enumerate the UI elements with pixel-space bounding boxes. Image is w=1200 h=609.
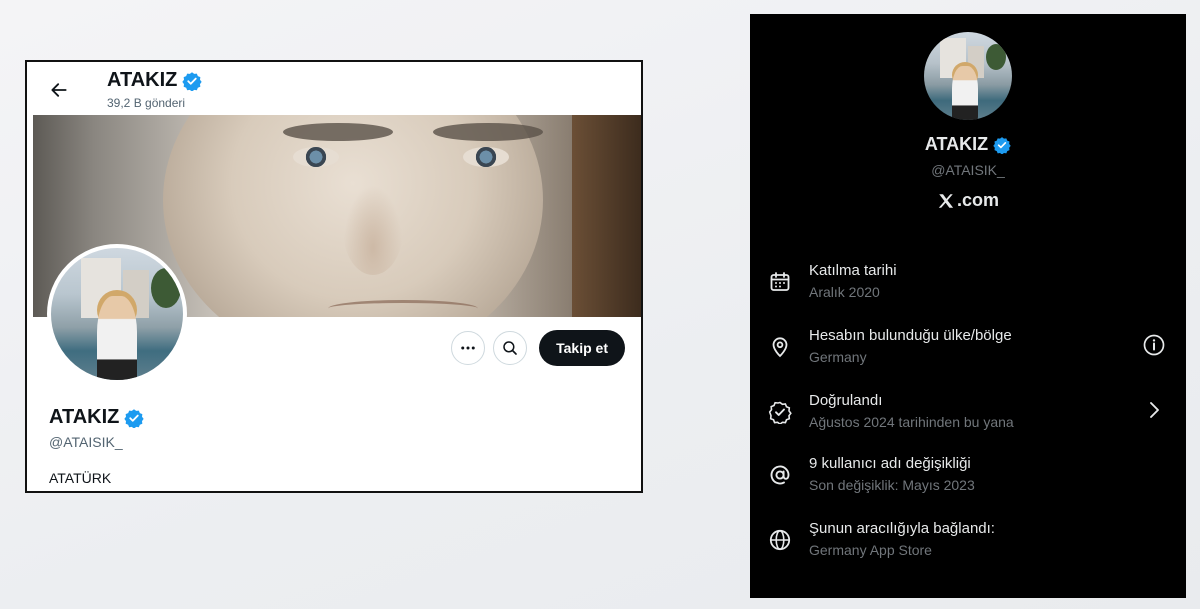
info-row-verified[interactable]: Doğrulandı Ağustos 2024 tarihinden bu ya… — [750, 392, 1186, 444]
follow-button[interactable]: Takip et — [539, 330, 625, 366]
account-name-text: ATAKIZ — [924, 134, 989, 154]
location-pin-icon — [772, 337, 788, 358]
back-button[interactable] — [47, 78, 71, 102]
info-value: Germany — [809, 349, 867, 365]
info-value: Germany App Store — [809, 542, 932, 558]
more-dots-icon — [461, 346, 475, 350]
header-profile-name: ATAKIZ — [107, 69, 203, 92]
verified-badge-icon — [182, 71, 203, 91]
account-avatar[interactable] — [924, 32, 1012, 120]
profile-name-text: ATAKIZ — [49, 406, 120, 428]
calendar-icon — [770, 272, 790, 291]
info-value: Ağustos 2024 tarihinden bu yana — [809, 414, 1014, 430]
info-title: Doğrulandı — [809, 392, 883, 409]
header-name-text: ATAKIZ — [107, 69, 178, 91]
profile-handle: @ATAISIK_ — [49, 434, 123, 450]
account-handle: @ATAISIK_ — [931, 162, 1005, 178]
x-logo-icon — [938, 193, 954, 208]
info-row-connected-via: Şunun aracılığıyla bağlandı: Germany App… — [750, 520, 1186, 572]
more-options-button[interactable] — [451, 331, 486, 365]
globe-icon — [769, 529, 791, 551]
site-text: .com — [956, 190, 999, 210]
profile-bio: ATATÜRK — [49, 470, 112, 486]
back-arrow-icon — [51, 83, 67, 97]
verified-badge-icon — [124, 408, 145, 428]
info-circle-icon[interactable] — [1142, 333, 1166, 357]
info-title: Şunun aracılığıyla bağlandı: — [809, 520, 995, 537]
at-sign-icon — [770, 465, 790, 485]
info-value: Son değişiklik: Mayıs 2023 — [809, 477, 975, 493]
info-value: Aralık 2020 — [809, 284, 880, 300]
profile-name: ATAKIZ — [49, 406, 145, 429]
chevron-right-icon[interactable] — [1142, 398, 1166, 422]
info-title: Hesabın bulunduğu ülke/bölge — [809, 327, 1012, 344]
verified-check-icon — [768, 401, 792, 424]
profile-avatar[interactable] — [47, 244, 187, 384]
account-info-panel: ATAKIZ @ATAISIK_ .com Katılma tarihi Ara… — [750, 14, 1186, 598]
info-title: 9 kullanıcı adı değişikliği — [809, 455, 971, 472]
search-profile-button[interactable] — [493, 331, 528, 365]
account-name: ATAKIZ — [750, 134, 1186, 155]
x-com-label: .com — [750, 190, 1186, 211]
profile-actions: Takip et — [451, 330, 625, 366]
info-title: Katılma tarihi — [809, 262, 897, 279]
verified-badge-icon — [993, 136, 1011, 154]
search-icon — [503, 341, 517, 355]
info-row-username-changes: 9 kullanıcı adı değişikliği Son değişikl… — [750, 455, 1186, 507]
info-row-country: Hesabın bulunduğu ülke/bölge Germany — [750, 327, 1186, 379]
profile-page-panel: ATAKIZ 39,2 B gönderi Takip et ATAKIZ @A… — [25, 60, 643, 493]
info-row-join-date: Katılma tarihi Aralık 2020 — [750, 262, 1186, 314]
header-post-count: 39,2 B gönderi — [107, 96, 186, 110]
profile-header-bar: ATAKIZ 39,2 B gönderi — [27, 62, 641, 115]
